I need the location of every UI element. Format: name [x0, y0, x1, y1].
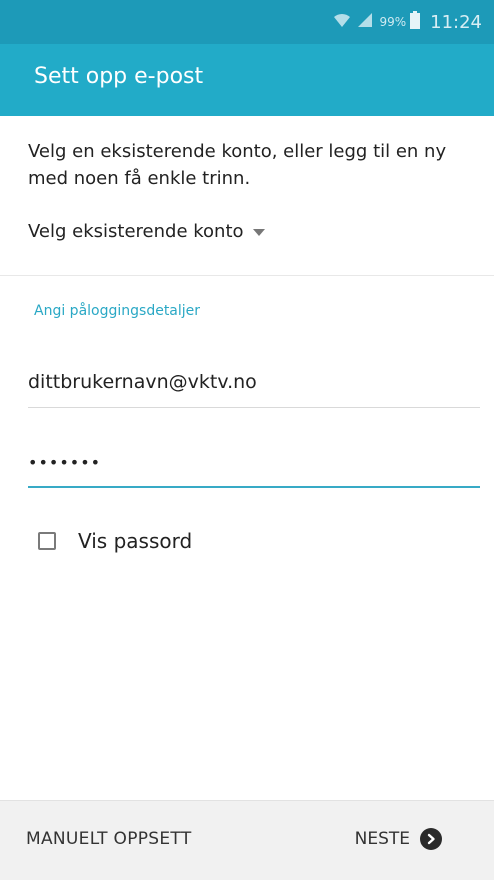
status-bar: 99% 11:24: [0, 0, 494, 44]
divider: [0, 275, 494, 276]
battery-percent: 99%: [379, 15, 407, 29]
battery-icon: [410, 10, 421, 34]
show-password-row[interactable]: Vis passord: [38, 526, 192, 556]
chevron-right-icon: [420, 828, 442, 850]
password-underline: [28, 486, 480, 488]
existing-account-label: Velg eksisterende konto: [28, 220, 244, 242]
intro-text: Velg en eksisterende konto, eller legg t…: [28, 141, 447, 189]
app-bar: Sett opp e-post: [0, 44, 494, 116]
wifi-icon: [333, 12, 351, 33]
password-field-container: [28, 440, 480, 488]
clock: 11:24: [430, 11, 482, 33]
email-field-container: [28, 360, 480, 408]
status-icons: 99% 11:24: [333, 0, 482, 44]
page-title: Sett opp e-post: [34, 64, 204, 89]
show-password-label: Vis passord: [78, 529, 193, 553]
show-password-checkbox[interactable]: [38, 532, 56, 550]
password-field[interactable]: [28, 440, 480, 484]
next-button[interactable]: NESTE: [355, 823, 442, 855]
dropdown-arrow-icon: [252, 228, 265, 236]
email-underline: [28, 407, 480, 408]
next-label: NESTE: [354, 829, 410, 849]
manual-setup-button[interactable]: MANUELT OPPSETT: [26, 825, 192, 853]
bottom-action-bar: MANUELT OPPSETT NESTE: [0, 800, 494, 880]
signal-icon: [357, 12, 373, 33]
login-details-label: Angi påloggingsdetaljer: [34, 303, 201, 319]
email-field[interactable]: [28, 360, 480, 404]
existing-account-dropdown[interactable]: Velg eksisterende konto: [28, 216, 265, 246]
